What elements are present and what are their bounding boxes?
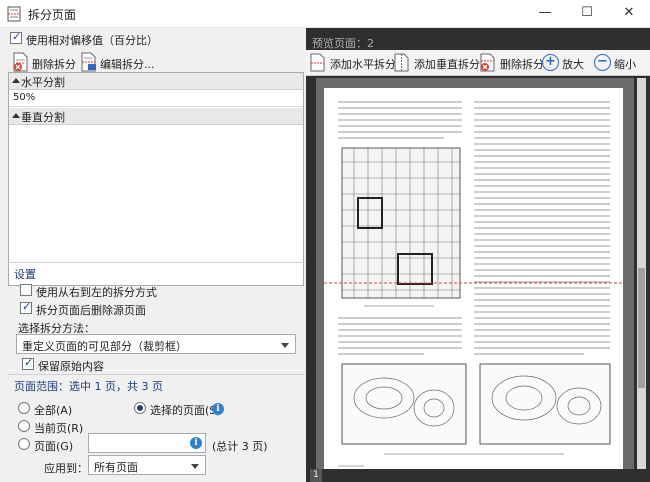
delete-split-icon — [480, 53, 495, 72]
edit-split-label: 编辑拆分... — [100, 58, 155, 71]
add-horizontal-split-icon — [310, 53, 325, 72]
page-tab[interactable]: 1 — [310, 469, 322, 482]
split-method-value: 重定义页面的可见部分（裁剪框） — [22, 340, 187, 353]
window-title: 拆分页面 — [28, 8, 77, 22]
horizontal-split-group[interactable]: 水平分割 — [9, 73, 303, 90]
split-page-icon — [7, 6, 21, 22]
minus-circle-icon: − — [594, 54, 611, 71]
keep-original-label: 保留原始内容 — [38, 360, 104, 373]
rtl-split-label: 使用从右到左的拆分方式 — [36, 286, 157, 299]
apply-to-select[interactable]: 所有页面 — [88, 455, 206, 475]
radio-page-range[interactable] — [18, 438, 30, 450]
add-horizontal-split-button[interactable]: 添加水平拆分 — [310, 53, 396, 73]
radio-pages-label: 页面(G) — [34, 440, 74, 453]
chevron-down-icon — [191, 464, 199, 469]
radio-all-label: 全部(A) — [34, 404, 73, 417]
preview-page-label: 预览页面：2 — [312, 37, 374, 50]
plus-circle-icon: + — [542, 54, 559, 71]
zoom-out-label: 缩小 — [614, 58, 636, 71]
collapse-arrow-icon[interactable] — [12, 78, 20, 83]
document-page-preview — [324, 88, 623, 470]
delete-source-checkbox[interactable] — [20, 300, 32, 314]
divider — [8, 374, 305, 375]
rtl-split-checkbox[interactable] — [20, 284, 32, 296]
add-vertical-split-button[interactable]: 添加垂直拆分 — [394, 53, 480, 73]
page-preview-viewport[interactable] — [316, 78, 634, 470]
add-vertical-split-label: 添加垂直拆分 — [414, 58, 480, 71]
horizontal-split-item[interactable]: 50% — [9, 91, 303, 107]
add-vertical-split-icon — [394, 53, 409, 72]
total-pages-label: (总计 3 页) — [212, 440, 268, 453]
horizontal-split-value: 50% — [13, 92, 36, 103]
title-bar: 拆分页面 — ☐ ✕ — [0, 0, 650, 28]
preview-toolbar: 添加水平拆分 添加垂直拆分 删除拆分 + 放大 − 缩小 — [306, 50, 650, 76]
apply-to-label: 应用到： — [44, 462, 88, 475]
zoom-in-button[interactable]: + 放大 — [542, 53, 590, 73]
split-list[interactable]: 水平分割 50% 垂直分割 — [8, 72, 304, 286]
settings-panel: 使用相对偏移值（百分比） 删除拆分 编辑拆分... 水平分割 50% — [0, 28, 305, 482]
collapse-arrow-icon[interactable] — [12, 113, 20, 118]
radio-all-pages[interactable] — [18, 402, 30, 414]
delete-split-toolbar-label: 删除拆分 — [500, 58, 544, 71]
delete-source-label: 拆分页面后删除源页面 — [36, 304, 146, 317]
use-relative-offset-label: 使用相对偏移值（百分比） — [26, 34, 158, 47]
close-button[interactable]: ✕ — [610, 0, 648, 28]
delete-split-toolbar-button[interactable]: 删除拆分 — [480, 53, 544, 73]
info-icon[interactable]: i — [190, 437, 202, 449]
info-icon[interactable]: i — [212, 403, 224, 415]
radio-selected-pages[interactable] — [134, 402, 146, 414]
preview-scrollbar[interactable] — [637, 78, 646, 470]
split-method-select[interactable]: 重定义页面的可见部分（裁剪框） — [16, 334, 296, 354]
apply-to-value: 所有页面 — [94, 461, 138, 474]
horizontal-split-group-label: 水平分割 — [21, 76, 65, 89]
settings-section-title: 设置 — [14, 268, 36, 281]
radio-current-page[interactable] — [18, 420, 30, 432]
delete-split-icon — [13, 52, 28, 72]
delete-split-label: 删除拆分 — [32, 58, 76, 71]
divider — [8, 262, 305, 263]
maximize-button[interactable]: ☐ — [568, 0, 606, 28]
vertical-split-group-label: 垂直分割 — [21, 111, 65, 124]
zoom-out-button[interactable]: − 缩小 — [594, 53, 646, 73]
vertical-split-group[interactable]: 垂直分割 — [9, 108, 303, 125]
scrollbar-thumb[interactable] — [638, 268, 645, 388]
edit-split-icon — [81, 52, 96, 72]
preview-panel: 预览页面：2 添加水平拆分 添加垂直拆分 删除拆分 + 放大 − 缩小 1 — [306, 28, 650, 482]
keep-original-checkbox[interactable] — [22, 356, 34, 370]
status-bar: 1 — [306, 469, 650, 482]
page-range-title: 页面范围：选中 1 页，共 3 页 — [14, 380, 163, 393]
page-thumbnail-image — [324, 101, 623, 467]
zoom-in-label: 放大 — [562, 58, 584, 71]
radio-selected-label: 选择的页面(S) — [150, 404, 221, 417]
add-horizontal-split-label: 添加水平拆分 — [330, 58, 396, 71]
chevron-down-icon — [281, 343, 289, 348]
radio-current-label: 当前页(R) — [34, 422, 84, 435]
page-range-input[interactable] — [88, 433, 206, 453]
use-relative-offset-checkbox[interactable] — [10, 30, 22, 44]
minimize-button[interactable]: — — [526, 0, 564, 28]
